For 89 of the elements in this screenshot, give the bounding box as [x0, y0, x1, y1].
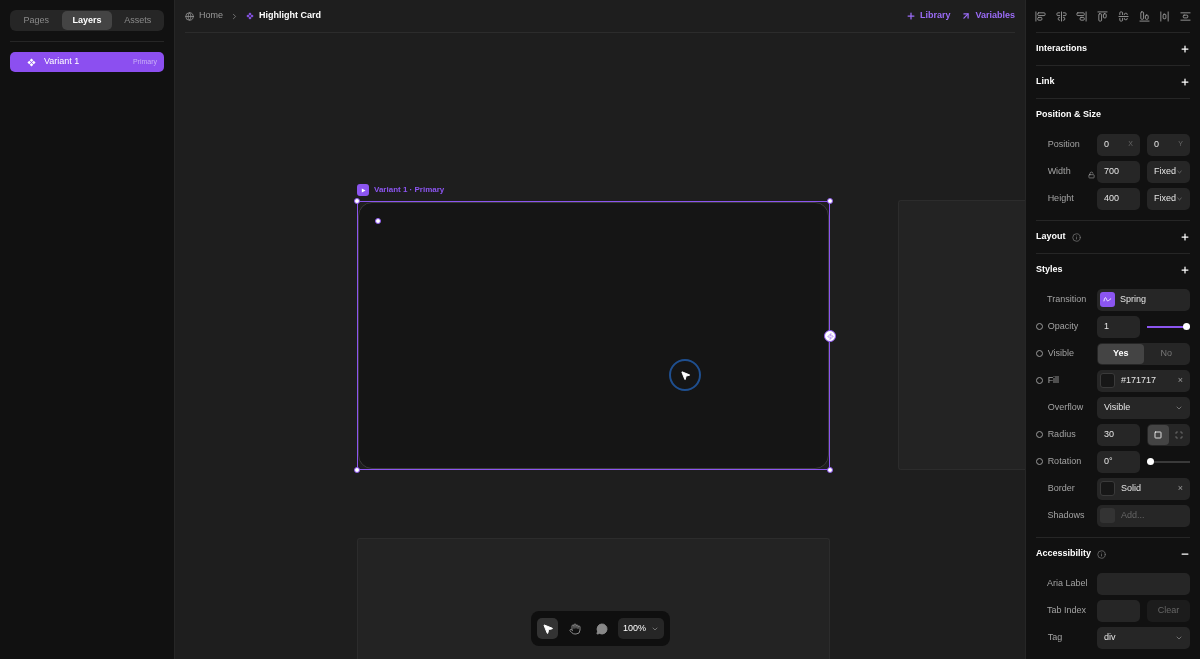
- property-label: Position: [1047, 137, 1081, 151]
- unlock-icon[interactable]: [1088, 171, 1095, 179]
- zoom-dropdown[interactable]: 100%: [618, 618, 665, 639]
- frame-label: Variant 1 · Primary: [374, 184, 445, 196]
- arrow-up-right-icon: [961, 11, 972, 21]
- color-field[interactable]: #171717 ×: [1097, 369, 1190, 392]
- pointer-icon: [541, 622, 554, 635]
- number-field[interactable]: 1: [1097, 315, 1140, 338]
- color-swatch[interactable]: [1100, 373, 1115, 388]
- section-title: Interactions: [1036, 42, 1087, 56]
- sidebar-tab[interactable]: Assets: [112, 11, 163, 30]
- property-label: Opacity: [1047, 319, 1080, 333]
- align-left-icon[interactable]: [1035, 10, 1046, 22]
- slider-thumb[interactable]: [1183, 323, 1190, 330]
- section-title: Layout: [1036, 230, 1066, 244]
- mode-dropdown[interactable]: Fixed: [1147, 187, 1190, 210]
- align-middle-icon[interactable]: [1117, 10, 1129, 22]
- sidebar-tab[interactable]: Layers: [61, 11, 113, 30]
- add-icon[interactable]: [1180, 265, 1190, 275]
- radius-handle[interactable]: [375, 218, 381, 224]
- property-label: Tab Index: [1047, 603, 1086, 617]
- section-title: Position & Size: [1036, 108, 1101, 122]
- property-label: Rotation: [1047, 454, 1083, 468]
- slider[interactable]: [1147, 322, 1190, 331]
- add-icon[interactable]: [1180, 77, 1190, 87]
- dropdown[interactable]: div: [1097, 626, 1190, 649]
- property-label: Transition: [1047, 292, 1086, 306]
- resize-handle[interactable]: [827, 467, 833, 473]
- transition-dropdown[interactable]: Spring: [1097, 288, 1190, 311]
- toolbar-link[interactable]: Variables: [961, 9, 1015, 23]
- resize-handle[interactable]: [827, 198, 833, 204]
- hand-icon: [568, 622, 581, 635]
- property-label: Radius: [1047, 427, 1077, 441]
- cursor-icon: [669, 359, 701, 391]
- comment-icon: [595, 622, 608, 635]
- slider[interactable]: [1147, 457, 1190, 466]
- section-title: Accessibility: [1036, 547, 1092, 561]
- number-field[interactable]: 700: [1097, 160, 1140, 183]
- color-field[interactable]: Solid ×: [1097, 477, 1190, 500]
- distribute-vertical-icon[interactable]: [1179, 10, 1191, 22]
- tool-button[interactable]: [537, 618, 558, 639]
- property-label: Width: [1047, 164, 1072, 178]
- component-icon: [246, 12, 254, 20]
- property-label: Shadows: [1047, 508, 1085, 522]
- clear-button[interactable]: ×: [1177, 373, 1183, 388]
- property-label: Tag: [1047, 630, 1064, 644]
- add-icon[interactable]: [1180, 232, 1190, 242]
- property-label: Aria Label: [1047, 576, 1086, 590]
- corners-icon: [1174, 430, 1183, 439]
- plus-icon: [905, 11, 916, 21]
- slider-thumb[interactable]: [1147, 458, 1154, 465]
- breadcrumb-link[interactable]: Home: [185, 9, 223, 23]
- property-label: Visible: [1047, 346, 1075, 360]
- clear-button[interactable]: ×: [1177, 481, 1183, 496]
- chevron-down-icon: [1176, 167, 1183, 176]
- number-field[interactable]: 0°: [1097, 450, 1140, 473]
- component-icon: [27, 57, 36, 67]
- align-top-icon[interactable]: [1097, 10, 1109, 22]
- curve-icon: [1100, 292, 1115, 307]
- property-label: Height: [1047, 191, 1075, 205]
- lightning-icon: [826, 332, 834, 340]
- play-icon: [357, 184, 369, 196]
- align-bottom-icon[interactable]: [1138, 10, 1150, 22]
- breadcrumb-link[interactable]: Highlight Card: [246, 9, 321, 23]
- mode-dropdown[interactable]: Fixed: [1147, 160, 1190, 183]
- segment[interactable]: Yes: [1098, 343, 1144, 364]
- dropdown[interactable]: Visible: [1097, 396, 1190, 419]
- color-swatch[interactable]: [1100, 481, 1115, 496]
- corner-mode-button[interactable]: [1148, 424, 1169, 445]
- resize-handle[interactable]: [354, 467, 360, 473]
- align-right-icon[interactable]: [1076, 10, 1088, 22]
- distribute-horizontal-icon[interactable]: [1159, 10, 1171, 22]
- globe-icon: [185, 11, 194, 21]
- number-field[interactable]: 30: [1097, 423, 1140, 446]
- layer-name: Variant 1: [44, 55, 81, 69]
- chevron-down-icon: [1176, 194, 1183, 203]
- square-icon: [1154, 430, 1163, 439]
- section-title: Link: [1036, 75, 1055, 89]
- align-center-icon[interactable]: [1055, 10, 1067, 22]
- property-label: Border: [1047, 481, 1076, 495]
- section-title: Styles: [1036, 263, 1063, 277]
- chevron-right-icon: [230, 11, 239, 21]
- property-label: Fill: [1047, 373, 1061, 387]
- property-label: Overflow: [1047, 400, 1085, 414]
- sidebar-tab[interactable]: Pages: [11, 11, 62, 30]
- toolbar-link[interactable]: Library: [905, 9, 951, 23]
- number-field[interactable]: 400: [1097, 187, 1140, 210]
- add-icon[interactable]: [1180, 44, 1190, 54]
- resize-handle[interactable]: [354, 198, 360, 204]
